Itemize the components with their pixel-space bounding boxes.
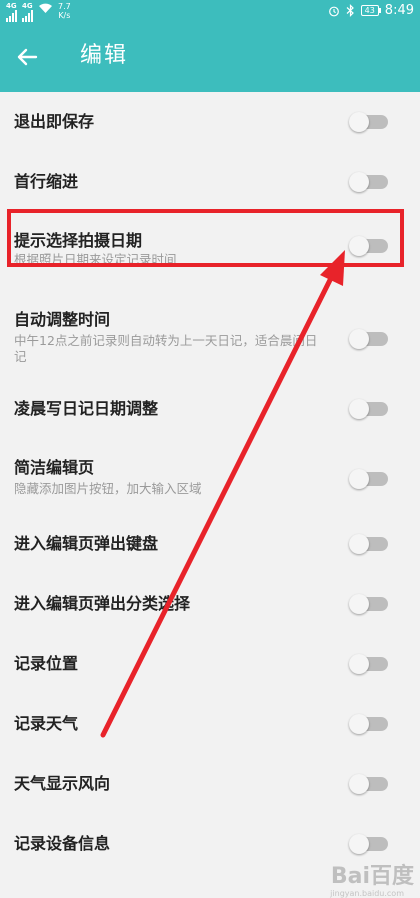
setting-title: 简洁编辑页 (14, 458, 95, 477)
screen: 4G 4G 7.7 K/s 43 8:49 编辑 退出即保存 首行缩进 提示选择… (0, 0, 420, 898)
app-bar: 编辑 (0, 22, 420, 92)
toggle-knob (349, 534, 369, 554)
toggle-knob (349, 654, 369, 674)
setting-title: 记录设备信息 (14, 834, 111, 853)
toggle-switch[interactable] (349, 834, 388, 854)
net-speed-unit: K/s (58, 11, 71, 20)
setting-row-auto-adjust-time[interactable]: 自动调整时间 中午12点之前记录则自动转为上一天日记，适合晨间日记 (0, 292, 420, 378)
setting-subtitle: 隐藏添加图片按钮，加大输入区域 (14, 481, 202, 496)
bluetooth-icon (346, 4, 354, 17)
sim1-signal: 4G (6, 2, 17, 22)
watermark-url: jingyan.baidu.com (330, 889, 404, 898)
toggle-switch[interactable] (349, 534, 388, 554)
status-left: 4G 4G 7.7 K/s (6, 2, 71, 22)
toggle-switch[interactable] (349, 399, 388, 419)
setting-row-first-line-indent[interactable]: 首行缩进 (0, 152, 420, 212)
setting-row-device-info[interactable]: 记录设备信息 (0, 818, 420, 878)
sim1-label: 4G (6, 2, 17, 10)
signal-icon (22, 10, 33, 22)
back-button[interactable] (12, 42, 42, 72)
setting-row-wind-direction[interactable]: 天气显示风向 (0, 758, 420, 818)
toggle-switch[interactable] (349, 112, 388, 132)
net-speed: 7.7 K/s (58, 2, 71, 20)
toggle-knob (349, 399, 369, 419)
setting-title: 记录天气 (14, 714, 79, 733)
alarm-icon (328, 6, 339, 16)
toggle-switch[interactable] (349, 714, 388, 734)
setting-title: 自动调整时间 (14, 310, 111, 329)
toggle-switch[interactable] (349, 594, 388, 614)
setting-title: 进入编辑页弹出分类选择 (14, 594, 191, 613)
toggle-knob (349, 236, 369, 256)
toggle-switch[interactable] (349, 172, 388, 192)
battery-icon: 43 (360, 5, 382, 16)
sim2-signal: 4G (22, 2, 33, 22)
setting-title: 首行缩进 (14, 172, 79, 191)
setting-row-early-morning-date[interactable]: 凌晨写日记日期调整 (0, 378, 420, 446)
toggle-knob (349, 469, 369, 489)
setting-row-photo-date-prompt[interactable]: 提示选择拍摄日期 根据照片日期来设定记录时间 (0, 212, 420, 292)
status-time: 8:49 (384, 3, 414, 18)
toggle-knob (349, 172, 369, 192)
page-title: 编辑 (80, 43, 129, 68)
toggle-switch[interactable] (349, 236, 388, 256)
sim2-label: 4G (22, 2, 33, 10)
toggle-knob (349, 329, 369, 349)
setting-title: 提示选择拍摄日期 (14, 231, 143, 250)
setting-row-record-location[interactable]: 记录位置 (0, 638, 420, 698)
status-bar: 4G 4G 7.7 K/s 43 8:49 (0, 0, 420, 22)
wifi-icon (39, 3, 52, 14)
setting-title: 凌晨写日记日期调整 (14, 399, 159, 418)
setting-subtitle: 中午12点之前记录则自动转为上一天日记，适合晨间日记 (14, 333, 318, 364)
toggle-switch[interactable] (349, 654, 388, 674)
toggle-switch[interactable] (349, 329, 388, 349)
signal-icon (6, 10, 17, 22)
toggle-switch[interactable] (349, 469, 388, 489)
toggle-switch[interactable] (349, 774, 388, 794)
arrow-left-icon (17, 48, 38, 66)
toggle-knob (349, 594, 369, 614)
settings-list: 退出即保存 首行缩进 提示选择拍摄日期 根据照片日期来设定记录时间 自动调整时间… (0, 92, 420, 878)
setting-title: 退出即保存 (14, 112, 95, 131)
setting-row-record-weather[interactable]: 记录天气 (0, 698, 420, 758)
setting-subtitle: 根据照片日期来设定记录时间 (14, 252, 177, 267)
setting-title: 天气显示风向 (14, 774, 111, 793)
net-speed-value: 7.7 (58, 2, 71, 11)
toggle-knob (349, 834, 369, 854)
setting-title: 记录位置 (14, 654, 79, 673)
toggle-knob (349, 112, 369, 132)
setting-row-keyboard-popup[interactable]: 进入编辑页弹出键盘 (0, 518, 420, 578)
setting-title: 进入编辑页弹出键盘 (14, 534, 159, 553)
toggle-knob (349, 714, 369, 734)
status-right: 43 8:49 (328, 3, 414, 18)
toggle-knob (349, 774, 369, 794)
setting-row-save-on-exit[interactable]: 退出即保存 (0, 92, 420, 152)
setting-row-category-popup[interactable]: 进入编辑页弹出分类选择 (0, 578, 420, 638)
setting-row-simple-editor[interactable]: 简洁编辑页 隐藏添加图片按钮，加大输入区域 (0, 446, 420, 518)
